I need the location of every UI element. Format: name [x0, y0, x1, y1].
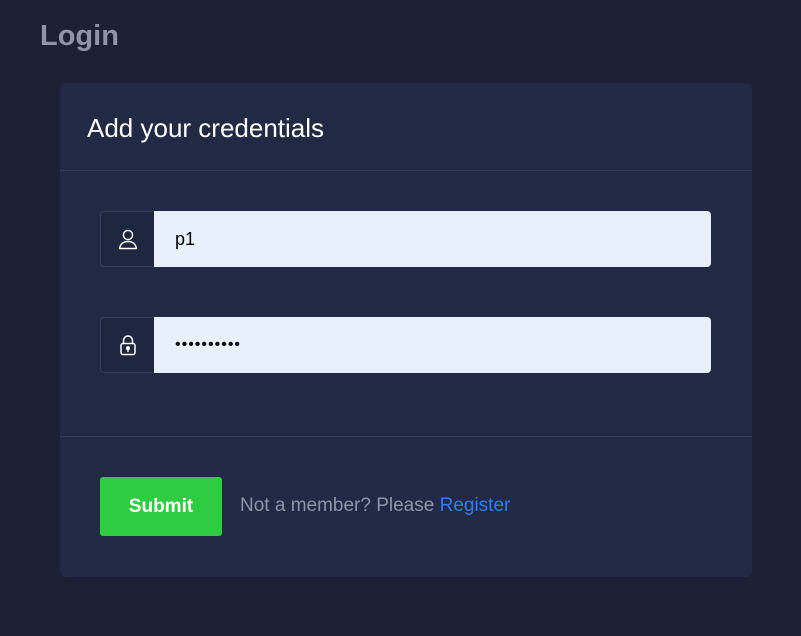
login-card: Add your credentials p1 •••••••••• Submi… [60, 83, 752, 577]
register-prompt-text: Not a member? Please [240, 495, 435, 516]
card-header: Add your credentials [60, 83, 752, 171]
register-prompt: Not a member? Please Register [240, 494, 510, 518]
user-icon [100, 211, 154, 267]
page-title: Login [40, 20, 119, 52]
register-link[interactable]: Register [440, 495, 511, 516]
card-footer: Submit Not a member? Please Register [60, 437, 752, 576]
lock-icon [100, 317, 154, 373]
submit-button[interactable]: Submit [100, 477, 222, 536]
password-input-group [100, 317, 711, 373]
username-input-group [100, 211, 711, 267]
password-input[interactable] [154, 317, 711, 373]
username-input[interactable] [154, 211, 711, 267]
login-form [60, 171, 752, 437]
card-title: Add your credentials [87, 112, 325, 143]
